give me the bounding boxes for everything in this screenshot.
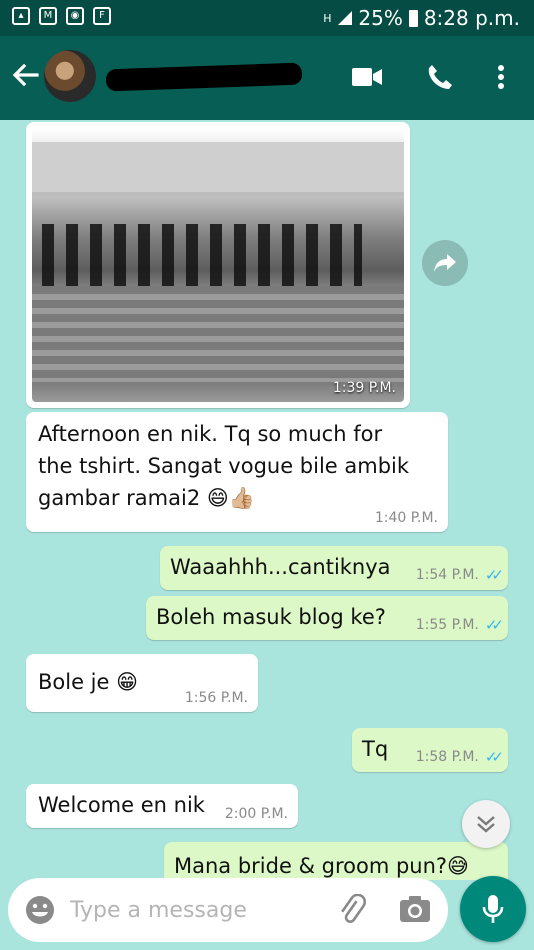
contact-name[interactable] [105,62,306,92]
scroll-to-bottom-button[interactable] [462,800,510,848]
message-input[interactable] [70,892,320,928]
phone-icon[interactable] [422,62,456,92]
message-text-line: the tshirt. Sangat vogue bile ambik [38,454,410,478]
flipboard-icon: F [93,7,111,25]
gmail-icon: M [39,7,57,25]
avatar[interactable] [44,50,96,102]
message-bubble-outgoing[interactable]: Mana bride & groom pun?😅 [164,842,508,880]
back-arrow-icon[interactable] [10,60,40,90]
more-vert-icon[interactable] [484,62,518,92]
message-list[interactable]: 1:39 P.M. Afternoon en nik. Tq so much f… [0,120,534,880]
gallery-icon: ▴ [12,7,30,25]
message-bubble-outgoing[interactable]: Boleh masuk blog ke? 1:55 P.M. ✓✓ [146,596,508,640]
read-ticks-icon: ✓✓ [484,616,504,634]
notification-icons: ▴ M ◉ F [12,7,111,25]
status-bar: ▴ M ◉ F H 25% 8:28 p.m. [0,0,534,36]
video-call-icon[interactable] [350,62,384,92]
message-bubble-incoming[interactable]: Afternoon en nik. Tq so much for the tsh… [26,412,448,532]
message-time: 1:58 P.M. [415,749,479,765]
photo-stairs [32,286,404,382]
contact-name-redaction [105,62,303,92]
message-bubble-incoming[interactable]: Bole je 😁 1:56 P.M. [26,654,258,712]
message-text: Mana bride & groom pun?😅 [174,854,469,878]
signal-icon [338,11,353,25]
system-status: H 25% 8:28 p.m. [322,6,520,30]
network-type: H [323,11,332,25]
message-text: Tq [362,737,389,761]
image-message[interactable]: 1:39 P.M. [26,122,410,408]
message-text: Waaahhh...cantiknya [170,555,391,579]
message-time: 1:56 P.M. [184,690,248,706]
message-time: 1:55 P.M. [415,617,479,633]
message-text: Boleh masuk blog ke? [156,605,386,629]
battery-icon [408,9,418,27]
message-text: Bole je 😁 [38,670,139,694]
read-ticks-icon: ✓✓ [484,566,504,584]
group-photo[interactable]: 1:39 P.M. [32,128,404,402]
camera-icon[interactable] [398,894,432,926]
message-text-line: gambar ramai2 😄👍🏼 [38,486,255,510]
photo-roof [32,142,404,196]
clock: 8:28 p.m. [423,6,520,30]
message-time: 1:40 P.M. [374,510,438,526]
double-chevron-down-icon [477,816,495,833]
message-bubble-outgoing[interactable]: Tq 1:58 P.M. ✓✓ [352,728,508,772]
message-time: 1:39 P.M. [332,380,396,396]
battery-percent: 25% [358,6,403,30]
emoji-icon[interactable] [24,894,56,926]
chat-header [0,36,534,120]
camera-notification-icon: ◉ [66,7,84,25]
message-bubble-incoming[interactable]: Welcome en nik 2:00 P.M. [26,784,298,828]
forward-icon[interactable] [422,240,468,286]
message-text: Welcome en nik [38,793,205,817]
message-text-line: Afternoon en nik. Tq so much for [38,422,383,446]
read-ticks-icon: ✓✓ [484,748,504,766]
mic-icon [482,895,504,923]
message-time: 2:00 P.M. [224,806,288,822]
message-composer [8,878,448,942]
attach-icon[interactable] [336,893,368,926]
message-time: 1:54 P.M. [415,567,479,583]
mic-button[interactable] [460,876,526,942]
message-bubble-outgoing[interactable]: Waaahhh...cantiknya 1:54 P.M. ✓✓ [160,546,508,590]
